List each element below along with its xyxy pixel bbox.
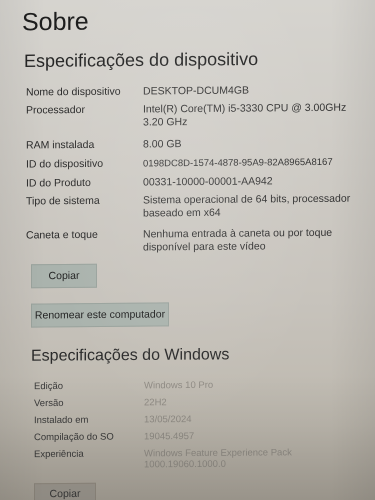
copy-device-specs-button[interactable]: Copiar bbox=[31, 263, 97, 289]
spec-label: ID do Produto bbox=[26, 176, 91, 190]
win-label: Instalado em bbox=[34, 414, 89, 427]
win-row-installed-on: Instalado em 13/05/2024 bbox=[34, 413, 354, 426]
win-value: Windows Feature Experience Pack 1000.190… bbox=[144, 447, 292, 471]
copy-windows-specs-button[interactable]: Copiar bbox=[34, 482, 96, 500]
spec-row-device-name: Nome do dispositivo DESKTOP-DCUM4GB bbox=[26, 84, 366, 100]
spec-row-system-type: Tipo de sistema Sistema operacional de 6… bbox=[26, 193, 366, 222]
win-row-os-build: Compilação do SO 19045.4957 bbox=[34, 430, 354, 443]
spec-row-ram: RAM instalada 8.00 GB bbox=[26, 137, 366, 153]
spec-value: DESKTOP-DCUM4GB bbox=[143, 84, 249, 98]
spec-row-device-id: ID do dispositivo 0198DC8D-1574-4878-95A… bbox=[26, 156, 366, 172]
about-settings-page: Sobre Especificações do dispositivo Nome… bbox=[0, 0, 375, 500]
spec-row-pen-touch: Caneta e toque Nenhuma entrada à caneta … bbox=[26, 227, 366, 256]
spec-value: 00331-10000-00001-AA942 bbox=[143, 175, 273, 189]
win-label: Experiência bbox=[34, 448, 84, 461]
win-value: Windows 10 Pro bbox=[144, 379, 214, 392]
spec-value: 0198DC8D-1574-4878-95A9-82A8965A8167 bbox=[143, 156, 333, 170]
spec-label: RAM instalada bbox=[26, 138, 95, 152]
spec-value: 8.00 GB bbox=[143, 138, 182, 151]
win-label: Compilação do SO bbox=[34, 431, 114, 444]
page-title: Sobre bbox=[22, 7, 89, 37]
win-value: 22H2 bbox=[144, 397, 167, 409]
windows-specs-heading: Especificações do Windows bbox=[31, 346, 230, 365]
spec-row-product-id: ID do Produto 00331-10000-00001-AA942 bbox=[26, 175, 366, 191]
win-label: Versão bbox=[34, 397, 64, 410]
win-value: 19045.4957 bbox=[144, 430, 195, 443]
spec-value: Sistema operacional de 64 bits, processa… bbox=[143, 192, 351, 220]
rename-pc-button[interactable]: Renomear este computador bbox=[31, 302, 169, 328]
spec-label: Processador bbox=[26, 103, 85, 117]
spec-label: Caneta e toque bbox=[26, 228, 98, 242]
device-specs-heading: Especificações do dispositivo bbox=[24, 48, 259, 72]
win-label: Edição bbox=[34, 380, 64, 393]
spec-row-processor: Processador Intel(R) Core(TM) i5-3330 CP… bbox=[26, 102, 366, 131]
spec-value: Intel(R) Core(TM) i5-3330 CPU @ 3.00GHz … bbox=[143, 101, 347, 129]
win-row-edition: Edição Windows 10 Pro bbox=[34, 379, 354, 392]
win-value: 13/05/2024 bbox=[144, 414, 192, 426]
win-row-version: Versão 22H2 bbox=[34, 396, 354, 409]
spec-label: Tipo de sistema bbox=[26, 194, 100, 208]
spec-label: ID do dispositivo bbox=[26, 157, 104, 171]
win-row-experience: Experiência Windows Feature Experience P… bbox=[34, 447, 354, 471]
spec-label: Nome do dispositivo bbox=[26, 85, 121, 99]
spec-value: Nenhuma entrada à caneta ou por toque di… bbox=[143, 226, 333, 254]
